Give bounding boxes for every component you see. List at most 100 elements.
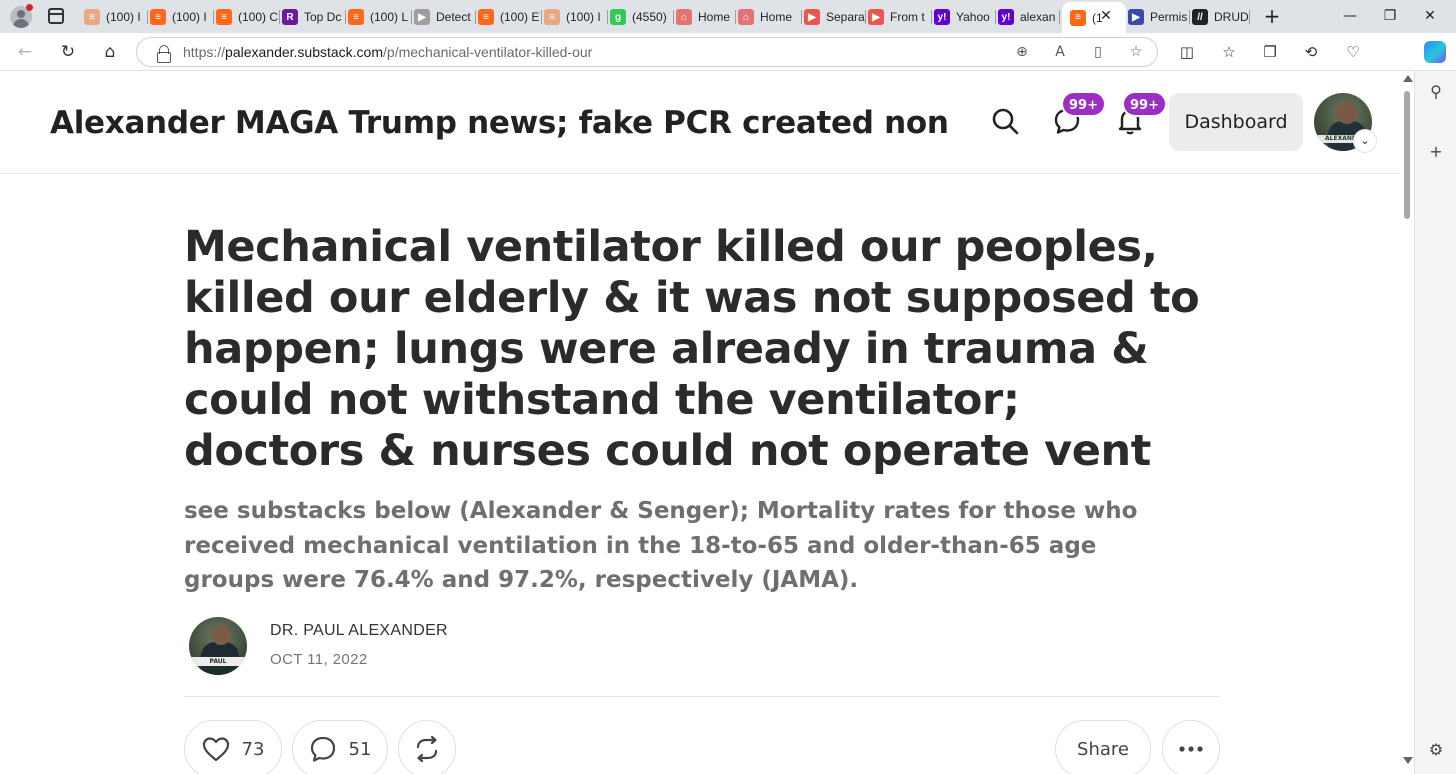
substack-icon: ≡ — [216, 9, 232, 25]
browser-tab[interactable]: ▶ From t — [868, 4, 932, 30]
sidebar-search-icon[interactable]: ⚲ — [1425, 81, 1447, 103]
notification-badge: 99+ — [1122, 91, 1167, 117]
like-button[interactable]: 73 — [184, 720, 282, 774]
substack-icon: ≡ — [478, 9, 494, 25]
site-title[interactable]: Alexander MAGA Trump news; fake PCR crea… — [50, 105, 950, 141]
browser-tab-label: Yahoo — [956, 10, 990, 24]
browser-tab-label: (100) C — [238, 10, 279, 24]
browser-tab[interactable]: ▶ Permis — [1128, 4, 1190, 30]
collections-icon[interactable]: ❐ — [1259, 41, 1281, 63]
tab-separator — [475, 10, 476, 24]
scroll-down-arrow-icon[interactable] — [1403, 757, 1413, 764]
browser-tab[interactable]: y! Yahoo — [934, 4, 996, 30]
share-button[interactable]: Share — [1055, 720, 1151, 774]
read-aloud-icon[interactable]: A — [1051, 43, 1069, 61]
close-window-icon[interactable]: ✕ — [1420, 6, 1440, 26]
sidebar-settings-icon[interactable]: ⚙ — [1425, 739, 1447, 761]
tab-separator — [865, 10, 866, 24]
tab-separator — [279, 10, 280, 24]
page-scrollbar[interactable] — [1400, 71, 1414, 774]
browser-tab[interactable]: ▶ Detect — [414, 4, 476, 30]
tab-separator — [735, 10, 736, 24]
drudge-icon: // — [1192, 9, 1208, 25]
browser-tab[interactable]: ≡ (100) I — [150, 4, 214, 30]
substack-icon: ≡ — [544, 9, 560, 25]
back-icon[interactable]: ← — [14, 41, 36, 63]
tab-separator — [931, 10, 932, 24]
browser-tab[interactable]: ≡ (1 — [1062, 2, 1126, 33]
favorites-icon[interactable]: ☆ — [1218, 41, 1240, 63]
browser-tab[interactable]: ≡ (100) C — [216, 4, 280, 30]
restack-button[interactable] — [398, 720, 456, 774]
substack-icon: ≡ — [348, 9, 364, 25]
tab-separator — [607, 10, 608, 24]
chevron-down-icon[interactable]: ⌄ — [1353, 129, 1377, 153]
browser-tab-label: DRUD — [1214, 10, 1249, 24]
comment-icon — [310, 736, 335, 762]
home-icon[interactable]: ⌂ — [99, 41, 121, 63]
browser-tab[interactable]: // DRUD — [1192, 4, 1250, 30]
sidebar-add-icon[interactable]: + — [1425, 141, 1447, 163]
browser-tab-label: Separa — [826, 10, 865, 24]
browser-tab[interactable]: ≡ (100) E — [478, 4, 542, 30]
tab-separator — [801, 10, 802, 24]
browser-essentials-icon[interactable]: ♡ — [1342, 41, 1364, 63]
home-icon: ⌂ — [738, 9, 754, 25]
more-options-button[interactable] — [1162, 720, 1220, 774]
address-bar[interactable]: https://palexander.substack.com/p/mechan… — [136, 37, 1158, 67]
immersive-reader-icon[interactable]: ▯ — [1089, 43, 1107, 61]
browser-tab[interactable]: R Top Dc — [282, 4, 346, 30]
scroll-up-arrow-icon[interactable] — [1403, 75, 1413, 82]
history-icon[interactable]: ⟲ — [1300, 41, 1322, 63]
zoom-icon[interactable]: ⊕ — [1013, 43, 1031, 61]
divider — [184, 696, 1220, 697]
browser-tab[interactable]: ⌂ Home — [676, 4, 736, 30]
search-icon[interactable] — [991, 107, 1019, 135]
url-host: palexander.substack.com — [225, 44, 384, 60]
browser-tab[interactable]: ≡ (100) I — [84, 4, 148, 30]
browser-tab-strip: ≡ (100) I ≡ (100) I ≡ (100) C R Top Dc ≡ (100) L ▶… — [0, 0, 1456, 33]
restore-icon[interactable]: ❐ — [1380, 6, 1400, 26]
url-text[interactable]: https://palexander.substack.com/p/mechan… — [183, 44, 592, 60]
favorite-star-icon[interactable]: ☆ — [1127, 43, 1145, 61]
browser-tab-label: (100) L — [370, 10, 409, 24]
split-screen-icon[interactable]: ◫ — [1176, 41, 1198, 63]
browser-tab[interactable]: ≡ (100) L — [348, 4, 412, 30]
refresh-icon[interactable]: ↻ — [57, 41, 79, 63]
dashboard-button[interactable]: Dashboard — [1169, 93, 1303, 151]
comment-count: 51 — [348, 738, 372, 760]
browser-tab[interactable]: ≡ (100) I — [544, 4, 608, 30]
tab-actions-icon[interactable] — [48, 8, 64, 24]
heart-icon — [202, 737, 229, 762]
author-avatar[interactable]: PAUL ALEXANDER — [189, 617, 247, 675]
browser-tab-label: From t — [890, 10, 925, 24]
tab-separator — [673, 10, 674, 24]
author-name[interactable]: DR. PAUL ALEXANDER — [270, 622, 448, 640]
ellipsis-icon — [1179, 746, 1203, 752]
comment-button[interactable]: 51 — [292, 720, 388, 774]
scroll-thumb[interactable] — [1404, 91, 1410, 219]
browser-tab[interactable]: y! alexan — [998, 4, 1060, 30]
copilot-icon[interactable] — [1424, 41, 1446, 63]
tab-separator — [541, 10, 542, 24]
browser-tab[interactable]: ⌂ Home — [738, 4, 802, 30]
url-prefix: https:// — [183, 44, 226, 60]
lock-icon[interactable] — [157, 45, 171, 63]
like-count: 73 — [241, 738, 265, 760]
browser-tab[interactable]: ▶ Separa — [804, 4, 866, 30]
minimize-icon[interactable]: — — [1340, 6, 1360, 26]
author-avatar-head — [211, 625, 231, 645]
browser-tab-label: (100) I — [172, 10, 207, 24]
browser-tab[interactable]: g (4550) — [610, 4, 674, 30]
new-tab-button[interactable]: + — [1262, 4, 1282, 28]
close-tab-icon[interactable]: ✕ — [1098, 8, 1114, 24]
url-path: /p/mechanical-ventilator-killed-our — [383, 44, 593, 60]
tab-separator — [213, 10, 214, 24]
browser-tab-label: Permis — [1150, 10, 1188, 24]
r-logo-icon: R — [282, 9, 298, 25]
share-label: Share — [1077, 738, 1129, 760]
yahoo-icon: y! — [934, 9, 950, 25]
edge-sidebar: ⚲ + ⚙ — [1414, 71, 1456, 774]
tab-separator — [995, 10, 996, 24]
substack-icon: ≡ — [1070, 9, 1086, 26]
